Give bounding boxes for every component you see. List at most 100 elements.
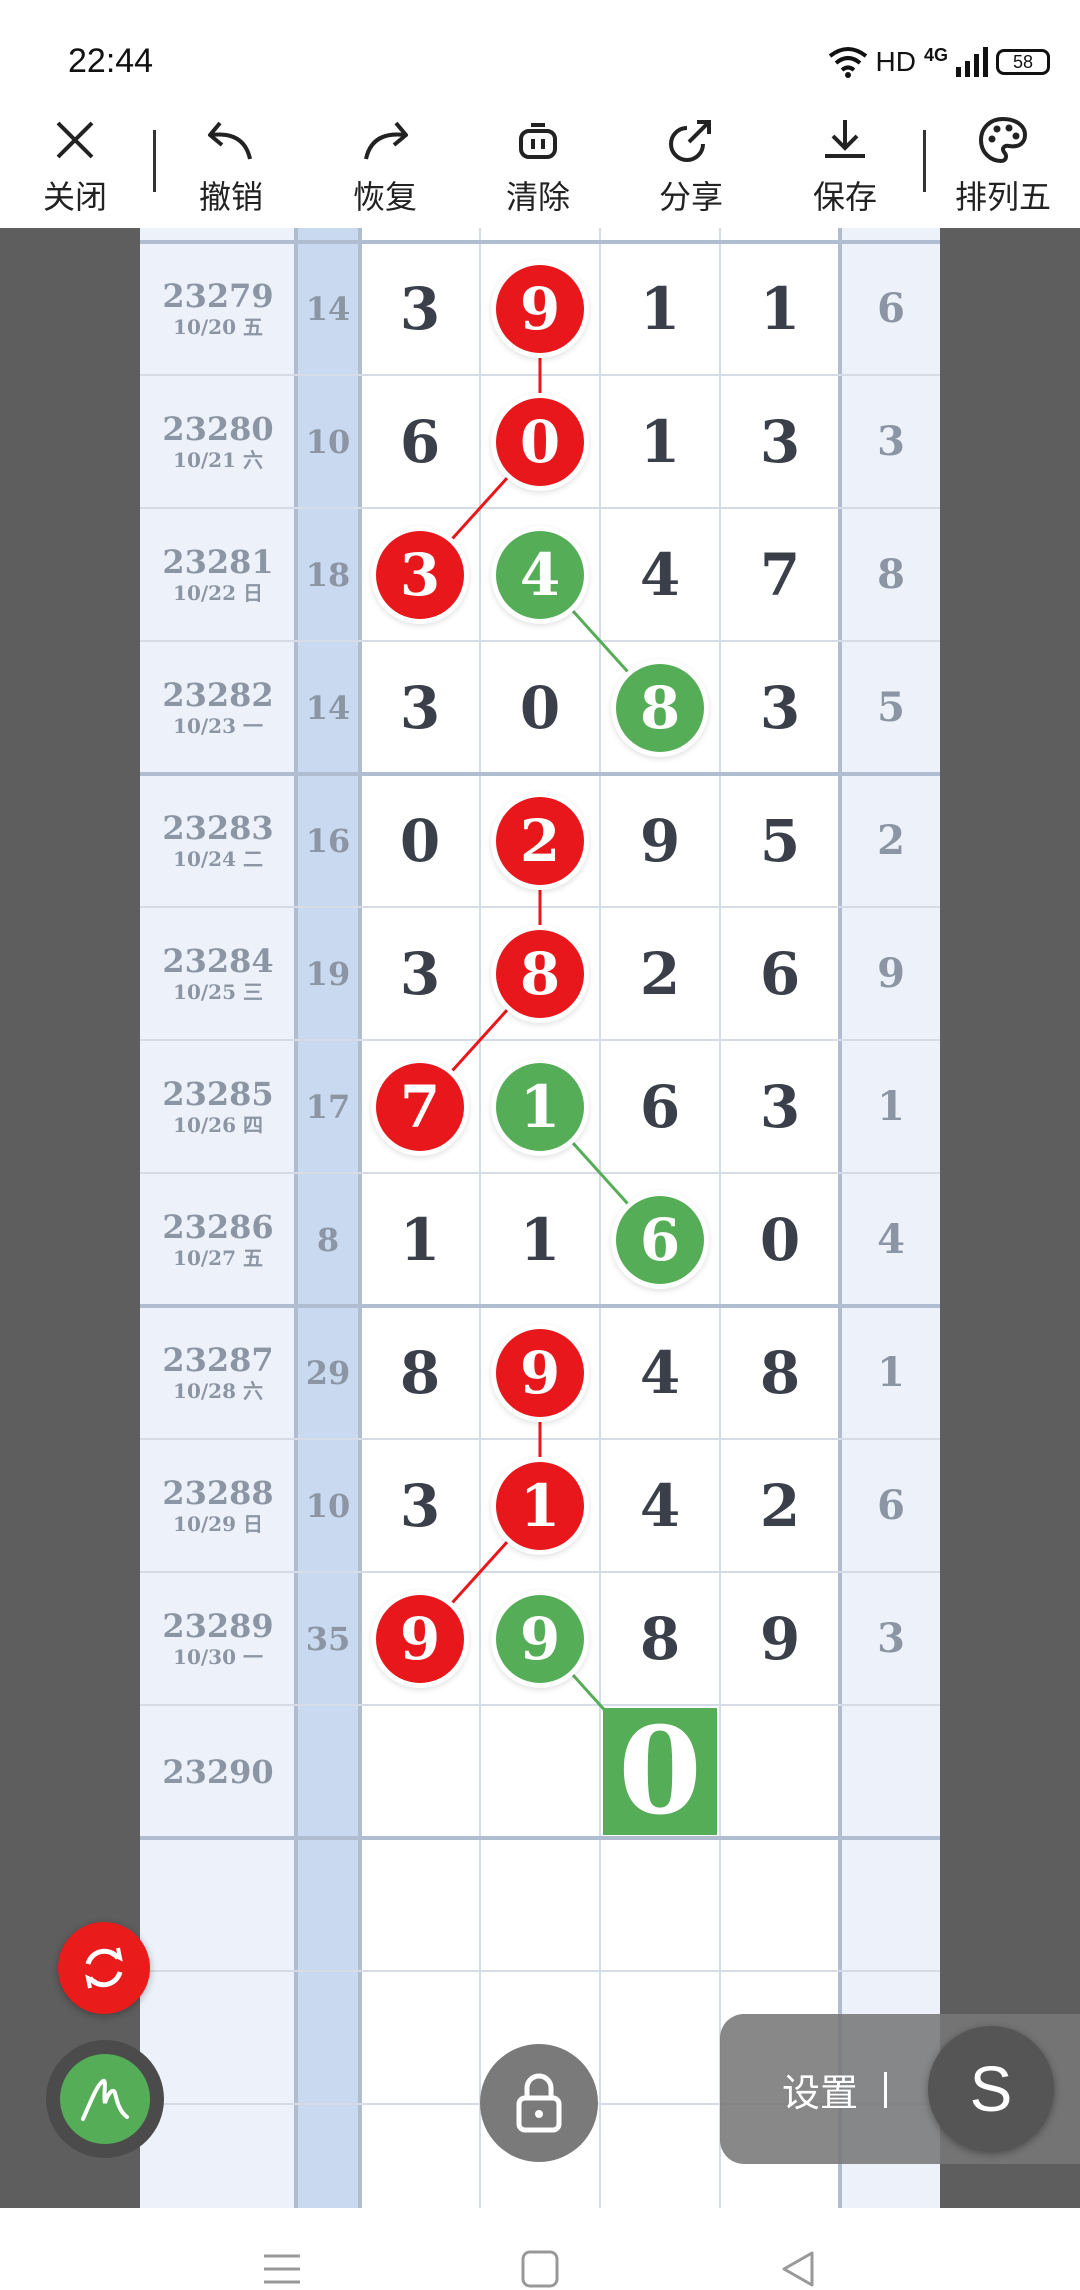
- digit-cell[interactable]: 8: [360, 1306, 480, 1439]
- lock-button[interactable]: [480, 2044, 598, 2162]
- sum-value: 10: [305, 1486, 351, 1525]
- issue-date: 10/29 日: [173, 1511, 263, 1536]
- table-row: 23284 10/25 三 19 3 8 2 6 9: [140, 907, 940, 1040]
- digit-cell[interactable]: 2: [600, 907, 720, 1040]
- issue-number: 23281: [162, 542, 274, 581]
- digit-ball-red[interactable]: 7: [360, 1040, 480, 1173]
- table-row: 23285 10/26 四 17 7 1 6 3 1: [140, 1040, 940, 1173]
- back-button[interactable]: [768, 2248, 828, 2290]
- digit-cell[interactable]: 4: [600, 1306, 720, 1439]
- digit-cell[interactable]: 1: [720, 242, 840, 375]
- digit-cell[interactable]: 3: [720, 375, 840, 508]
- digit-cell[interactable]: [720, 1705, 840, 1838]
- digit-cell[interactable]: 9: [600, 774, 720, 907]
- toolbar: 关闭 撤销 恢复 清除 分享 保存 排列五: [0, 110, 1080, 228]
- menu-icon: [264, 2254, 300, 2284]
- digit-ball-red[interactable]: 9: [480, 242, 600, 375]
- digit-cell[interactable]: 2: [720, 1439, 840, 1572]
- digit-cell[interactable]: 0: [360, 774, 480, 907]
- digit-ball-red[interactable]: 2: [480, 774, 600, 907]
- close-button[interactable]: 关闭: [15, 110, 135, 228]
- trend-chart-table[interactable]: 23279 10/20 五 14 3 9 1 1 6 23280 10/21 六 10 6 0 1 3 3 23…: [140, 228, 940, 2208]
- settings-label[interactable]: 设置: [782, 2014, 858, 2164]
- theme-button[interactable]: 排列五: [943, 110, 1063, 228]
- digit-cell[interactable]: 8: [720, 1306, 840, 1439]
- status-bar: 22:44 HD 4G 58: [0, 0, 1080, 110]
- digit-ball-green[interactable]: 6: [600, 1173, 720, 1306]
- floating-s-button[interactable]: S: [928, 2026, 1054, 2152]
- digit-value: 3: [759, 673, 801, 742]
- digit-ball-red[interactable]: 8: [480, 907, 600, 1040]
- issue-cell: 23289 10/30 一: [140, 1572, 296, 1705]
- digit-cell[interactable]: [480, 1705, 600, 1838]
- prediction-cell[interactable]: 0: [603, 1708, 717, 1835]
- share-label: 分享: [658, 178, 723, 216]
- digit-value: 8: [759, 1338, 801, 1407]
- download-icon: [825, 120, 865, 158]
- digit-cell[interactable]: 1: [360, 1173, 480, 1306]
- undo-button[interactable]: 撤销: [171, 110, 291, 228]
- extra-digit: 6: [877, 285, 905, 332]
- digit-ball-green[interactable]: 1: [480, 1040, 600, 1173]
- digit-value: 9: [496, 264, 584, 353]
- digit-cell[interactable]: 4: [600, 1439, 720, 1572]
- home-button[interactable]: [510, 2248, 570, 2290]
- digit-ball-green[interactable]: 8: [600, 641, 720, 774]
- digit-cell[interactable]: 6: [360, 375, 480, 508]
- digit-cell[interactable]: 8: [600, 1572, 720, 1705]
- digit-ball-green[interactable]: 4: [480, 508, 600, 641]
- close-label: 关闭: [42, 178, 107, 216]
- digit-value: 8: [639, 1604, 681, 1673]
- issue-date: 10/28 六: [173, 1378, 263, 1403]
- extra-digit: 3: [877, 1615, 905, 1662]
- digit-cell[interactable]: 3: [360, 1439, 480, 1572]
- signal-label: 4G: [923, 44, 948, 65]
- clear-button[interactable]: 清除: [478, 110, 598, 228]
- pen-button[interactable]: [46, 2040, 164, 2158]
- save-button[interactable]: 保存: [785, 110, 905, 228]
- digit-cell[interactable]: 0: [480, 641, 600, 774]
- digit-cell[interactable]: 9: [720, 1572, 840, 1705]
- digit-cell[interactable]: 3: [360, 907, 480, 1040]
- digit-value: 9: [496, 1328, 584, 1417]
- settings-panel[interactable]: 设置 S: [720, 2014, 1080, 2164]
- digit-cell[interactable]: 6: [600, 1040, 720, 1173]
- menu-button[interactable]: [252, 2248, 312, 2290]
- digit-cell[interactable]: 1: [600, 375, 720, 508]
- digit-value: 1: [639, 407, 681, 476]
- digit-cell[interactable]: 7: [720, 508, 840, 641]
- digit-value: 2: [496, 796, 584, 885]
- digit-cell[interactable]: 6: [720, 907, 840, 1040]
- redo-button[interactable]: 恢复: [325, 110, 445, 228]
- refresh-icon: [85, 1947, 123, 1989]
- digit-ball-red[interactable]: 3: [360, 508, 480, 641]
- theme-label: 排列五: [954, 178, 1051, 216]
- digit-value: 3: [399, 274, 441, 343]
- digit-cell[interactable]: 5: [720, 774, 840, 907]
- digit-cell[interactable]: 3: [360, 242, 480, 375]
- digit-value: 7: [759, 540, 801, 609]
- digit-ball-red[interactable]: 1: [480, 1439, 600, 1572]
- back-icon: [782, 2251, 814, 2287]
- digit-cell[interactable]: 0: [720, 1173, 840, 1306]
- share-icon: [669, 120, 711, 162]
- pen-button-inner: [60, 2054, 150, 2144]
- digit-cell[interactable]: 4: [600, 508, 720, 641]
- digit-ball-green[interactable]: 9: [480, 1572, 600, 1705]
- refresh-button[interactable]: [58, 1922, 150, 2014]
- battery-level: 58: [1012, 51, 1034, 72]
- share-button[interactable]: 分享: [631, 110, 751, 228]
- digit-cell[interactable]: 3: [360, 641, 480, 774]
- digit-cell[interactable]: 3: [720, 1040, 840, 1173]
- digit-cell[interactable]: 1: [600, 242, 720, 375]
- digit-value: 3: [376, 530, 464, 619]
- digit-cell[interactable]: 3: [720, 641, 840, 774]
- digit-cell[interactable]: 1: [480, 1173, 600, 1306]
- digit-ball-red[interactable]: 0: [480, 375, 600, 508]
- digit-ball-red[interactable]: 9: [480, 1306, 600, 1439]
- pen-icon: [81, 2078, 129, 2121]
- digit-cell[interactable]: [360, 1705, 480, 1838]
- palette-icon: [978, 116, 1028, 164]
- digit-ball-red[interactable]: 9: [360, 1572, 480, 1705]
- trash-icon: [519, 123, 557, 159]
